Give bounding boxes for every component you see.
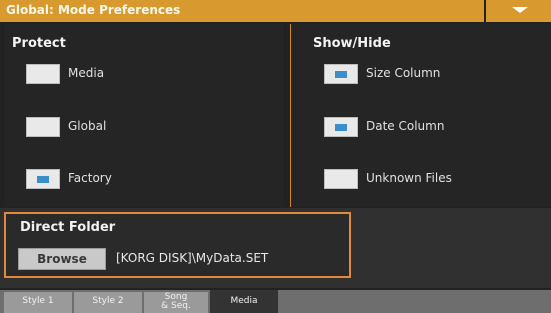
tab-bar: Style 1 Style 2 Song & Seq. Media	[0, 290, 551, 313]
show-hide-title: Show/Hide	[313, 36, 391, 51]
checkbox-label: Unknown Files	[366, 171, 452, 185]
tab-label: Style 1	[22, 296, 54, 306]
protect-panel: Protect Media Global Factory	[4, 24, 284, 207]
tab-style-1[interactable]: Style 1	[4, 292, 72, 313]
show-size-column-checkbox[interactable]: Size Column	[324, 64, 524, 86]
protect-factory-checkbox[interactable]: Factory	[26, 169, 226, 191]
checkbox-label: Media	[68, 66, 105, 80]
protect-title: Protect	[12, 36, 66, 51]
tab-label-line2: & Seq.	[161, 301, 191, 311]
checkbox-box[interactable]	[324, 64, 358, 84]
show-hide-panel: Show/Hide Size Column Date Column Unknow…	[290, 24, 551, 207]
browse-button[interactable]: Browse	[18, 248, 106, 270]
tab-label: Style 2	[92, 296, 124, 306]
tab-media[interactable]: Media	[210, 290, 278, 313]
show-date-column-checkbox[interactable]: Date Column	[324, 117, 524, 139]
checkbox-box[interactable]	[26, 117, 60, 137]
show-unknown-files-checkbox[interactable]: Unknown Files	[324, 169, 524, 191]
checkbox-label: Global	[68, 119, 107, 133]
tab-label: Media	[230, 296, 258, 306]
direct-folder-title: Direct Folder	[20, 220, 116, 235]
checkbox-box[interactable]	[26, 64, 60, 84]
tab-style-2[interactable]: Style 2	[74, 292, 142, 313]
chevron-down-icon	[512, 7, 528, 13]
window-title: Global: Mode Preferences	[6, 3, 181, 17]
protect-global-checkbox[interactable]: Global	[26, 117, 226, 139]
checkbox-box[interactable]	[324, 117, 358, 137]
checkbox-label: Factory	[68, 171, 112, 185]
protect-media-checkbox[interactable]: Media	[26, 64, 226, 86]
title-bar: Global: Mode Preferences	[0, 0, 551, 22]
page-menu-button[interactable]	[484, 0, 551, 22]
checkbox-label: Date Column	[366, 119, 445, 133]
direct-folder-path: [KORG DISK]\MyData.SET	[116, 251, 269, 265]
checkbox-box[interactable]	[26, 169, 60, 189]
tab-song-seq[interactable]: Song & Seq.	[144, 292, 208, 313]
checkbox-label: Size Column	[366, 66, 441, 80]
direct-folder-panel: Direct Folder Browse [KORG DISK]\MyData.…	[4, 212, 351, 278]
checkbox-box[interactable]	[324, 169, 358, 189]
